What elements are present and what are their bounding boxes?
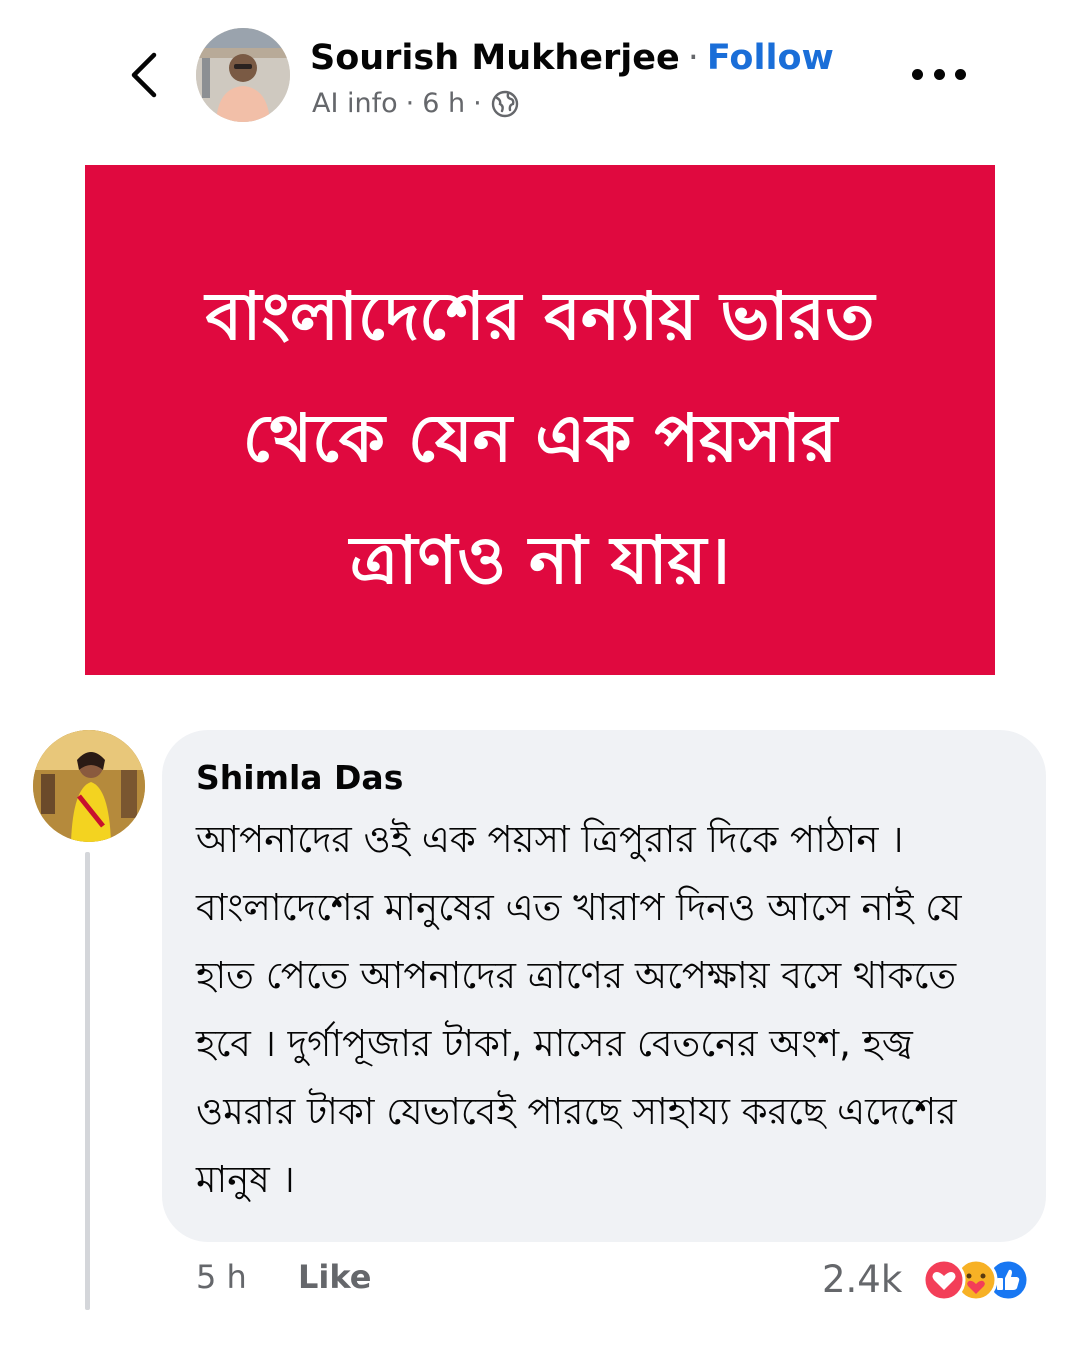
author-avatar-image xyxy=(196,28,290,122)
post-meta: AI info · 6 h · xyxy=(312,88,520,119)
post-image-text: বাংলাদেশের বন্যায় ভারত থেকে যেন এক পয়স… xyxy=(120,218,960,622)
chevron-left-icon xyxy=(131,52,157,98)
author-line: Sourish Mukherjee · Follow xyxy=(310,38,834,78)
post-time[interactable]: 6 h xyxy=(422,88,465,119)
globe-icon xyxy=(491,90,518,117)
more-horizontal-icon xyxy=(955,68,966,80)
love-reaction-icon xyxy=(922,1258,966,1306)
reaction-count[interactable]: 2.4k xyxy=(822,1258,902,1301)
thread-line xyxy=(85,852,90,1310)
more-options-button[interactable] xyxy=(912,56,966,92)
comment-time[interactable]: 5 h xyxy=(196,1258,247,1296)
ai-info-link[interactable]: AI info xyxy=(312,88,398,119)
separator-dot: · xyxy=(687,38,699,78)
more-horizontal-icon xyxy=(912,68,923,80)
separator-dot: · xyxy=(405,88,415,119)
back-button[interactable] xyxy=(118,48,168,102)
post-header: Sourish Mukherjee · Follow AI info · 6 h · xyxy=(0,0,1080,150)
post-text-line: বাংলাদেশের বন্যায় ভারত xyxy=(205,278,875,355)
post-text-line: থেকে যেন এক পয়সার xyxy=(242,400,838,477)
author-avatar[interactable] xyxy=(196,28,290,122)
comment-text: আপনাদের ওই এক পয়সা ত্রিপুরার দিকে পাঠান… xyxy=(196,818,962,1201)
commenter-avatar[interactable] xyxy=(33,730,145,842)
comment-actions: 5 h Like 2.4k xyxy=(0,1258,1080,1308)
follow-button[interactable]: Follow xyxy=(707,38,834,78)
post-image-card[interactable]: বাংলাদেশের বন্যায় ভারত থেকে যেন এক পয়স… xyxy=(85,165,995,675)
reaction-icons[interactable] xyxy=(922,1258,1062,1302)
commenter-avatar-image xyxy=(33,730,145,842)
post-text-line: ত্রাণও না যায়। xyxy=(349,522,731,599)
commenter-name[interactable]: Shimla Das xyxy=(196,758,403,797)
more-horizontal-icon xyxy=(933,68,945,80)
author-name[interactable]: Sourish Mukherjee xyxy=(310,38,680,78)
comment-bubble: Shimla Das আপনাদের ওই এক পয়সা ত্রিপুরার… xyxy=(162,730,1046,1242)
like-button[interactable]: Like xyxy=(298,1258,371,1296)
separator-dot: · xyxy=(473,88,482,119)
